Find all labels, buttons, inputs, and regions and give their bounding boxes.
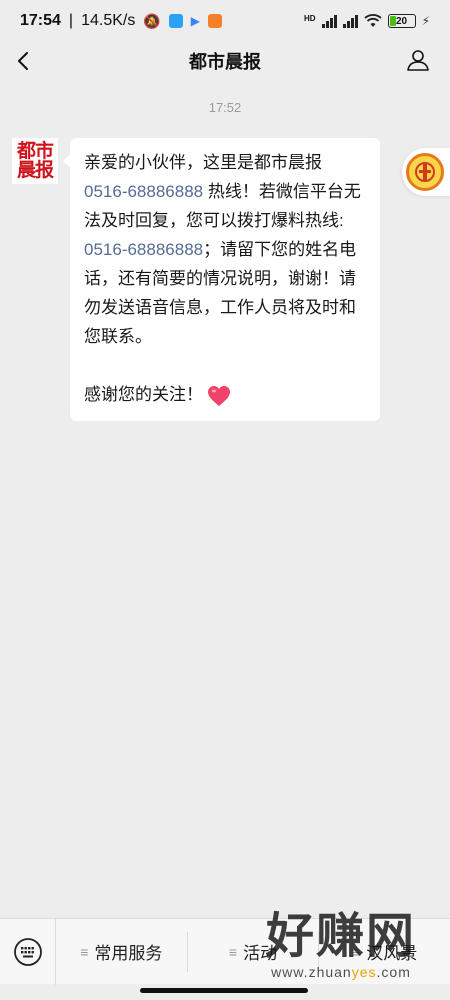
signal-icon <box>321 14 337 28</box>
menu-label-1: 常用服务 <box>94 944 163 963</box>
menu-list-icon: ≡ <box>80 943 89 960</box>
menu-activities[interactable]: ≡ 活动 <box>188 931 320 972</box>
app-notification-icon-2 <box>208 14 223 28</box>
profile-icon[interactable] <box>406 48 430 72</box>
back-icon[interactable] <box>14 50 34 72</box>
menu-label-3: 汉风景 <box>366 944 418 963</box>
charging-icon: ⚡ <box>421 14 430 28</box>
status-left: 17:54 | 14.5K/s 🔕 ▶ <box>20 12 223 30</box>
floating-logo-button[interactable] <box>402 148 450 196</box>
keyboard-toggle-button[interactable] <box>0 918 56 985</box>
status-right: HD 20 ⚡ <box>304 14 430 28</box>
message-bubble[interactable]: 亲爱的小伙伴，这里是都市晨报 0516-68886888 热线！若微信平台无法及… <box>63 138 380 421</box>
page-title: 都市晨报 <box>189 52 261 72</box>
wifi-icon <box>363 14 382 27</box>
play-icon: ▶ <box>190 14 201 28</box>
bottom-menu: ≡ 常用服务 ≡ 活动 ≡ 汉风景 <box>0 918 450 985</box>
phone-link-2[interactable]: 0516-68886888 <box>84 240 203 259</box>
message-timestamp: 17:52 <box>208 100 242 115</box>
status-divider: | <box>68 12 74 29</box>
menu-label-2: 活动 <box>243 944 278 963</box>
battery-level: 20 <box>396 15 408 27</box>
avatar-text-line2: 晨报 <box>16 160 54 181</box>
network-speed: 14.5K/s <box>81 12 136 29</box>
keyboard-icon <box>13 937 42 966</box>
avatar-text-line1: 都市 <box>16 141 54 162</box>
app-notification-icon <box>168 14 183 28</box>
phone-link-1[interactable]: 0516-68886888 <box>84 182 203 201</box>
hd-label: HD <box>304 14 316 23</box>
union-logo-icon <box>406 153 444 191</box>
account-avatar[interactable]: 都市 晨报 <box>12 138 58 184</box>
message-text-1: 亲爱的小伙伴，这里是都市晨报 <box>84 153 322 172</box>
status-bar: 17:54 | 14.5K/s 🔕 ▶ HD 20 ⚡ <box>0 0 450 42</box>
mute-icon: 🔕 <box>143 12 161 29</box>
heart-emoji-icon <box>208 385 230 406</box>
menu-list-icon: ≡ <box>228 943 238 960</box>
menu-list-icon: ≡ <box>352 943 361 960</box>
menu-hanfeng[interactable]: ≡ 汉风景 <box>319 932 450 972</box>
status-time: 17:54 <box>20 12 61 29</box>
nav-bar: 都市晨报 <box>0 42 450 80</box>
battery-icon: 20 <box>387 14 416 28</box>
home-indicator[interactable] <box>140 988 308 993</box>
message-thanks: 感谢您的关注！ <box>84 385 203 404</box>
menu-common-services[interactable]: ≡ 常用服务 <box>56 931 188 972</box>
signal-icon-2 <box>342 14 358 28</box>
